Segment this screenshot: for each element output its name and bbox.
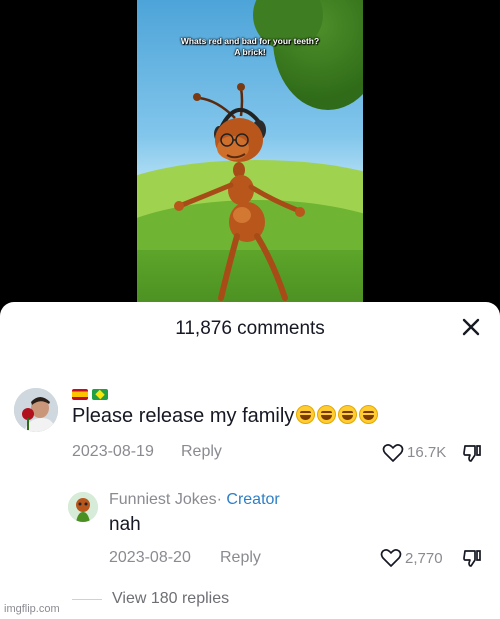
- creator-avatar-icon: [68, 492, 98, 522]
- heart-icon[interactable]: [382, 443, 404, 463]
- caption-line-2: A brick!: [234, 47, 266, 57]
- avatar[interactable]: [14, 388, 58, 432]
- comments-sheet: 11,876 comments Please release my family…: [0, 302, 500, 619]
- reply-button[interactable]: Reply: [220, 549, 261, 567]
- imgflip-watermark: imgflip.com: [4, 603, 60, 615]
- dislike-icon[interactable]: [462, 443, 482, 463]
- replies-divider: [72, 599, 102, 600]
- like-count: 2,770: [405, 550, 443, 567]
- comments-count-title: 11,876 comments: [175, 318, 325, 339]
- author-separator: ·: [216, 491, 222, 508]
- caption-line-1: Whats red and bad for your teeth?: [180, 36, 320, 46]
- country-flags: [72, 386, 112, 401]
- laughing-emoji-icon: [317, 405, 337, 424]
- close-icon[interactable]: [460, 316, 482, 338]
- reply-text: nah: [109, 514, 141, 535]
- heart-icon[interactable]: [380, 548, 402, 568]
- video-area: Whats red and bad for your teeth? A bric…: [0, 0, 500, 302]
- spain-flag-icon: [72, 389, 88, 401]
- comment-date: 2023-08-19: [72, 443, 154, 460]
- laughing-emoji-icon: [359, 405, 379, 424]
- laughing-emoji-icon: [338, 405, 358, 424]
- video-player[interactable]: Whats red and bad for your teeth? A bric…: [137, 0, 363, 302]
- like-count: 16.7K: [407, 444, 447, 461]
- dislike-icon[interactable]: [462, 548, 482, 568]
- comment-body: Please release my family: [72, 405, 295, 427]
- user-photo-icon: [14, 388, 58, 432]
- brazil-flag-icon: [92, 389, 108, 401]
- reply-author-name[interactable]: Funniest Jokes: [109, 491, 217, 508]
- laughing-emoji-icon: [296, 405, 316, 424]
- creator-avatar[interactable]: [68, 492, 98, 522]
- creator-badge: Creator: [226, 491, 280, 508]
- reply-date: 2023-08-20: [109, 549, 191, 566]
- reply-author-line: Funniest Jokes· Creator: [109, 491, 280, 509]
- comment-text: Please release my family: [72, 405, 379, 428]
- reply-button[interactable]: Reply: [181, 443, 222, 461]
- video-caption: Whats red and bad for your teeth? A bric…: [137, 36, 363, 58]
- view-replies-button[interactable]: View 180 replies: [112, 590, 229, 608]
